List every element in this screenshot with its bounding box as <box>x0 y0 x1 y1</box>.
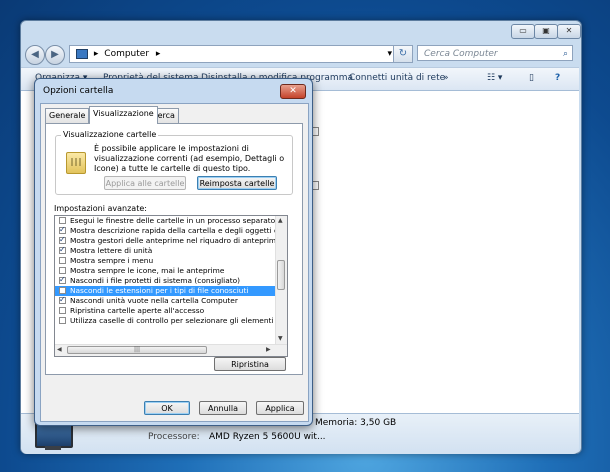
tab-general[interactable]: Generale <box>45 108 90 123</box>
setting-checkbox[interactable] <box>59 307 66 314</box>
restore-defaults-button[interactable]: Ripristina <box>214 357 286 371</box>
folder-options-dialog: Opzioni cartella ✕ Generale Visualizzazi… <box>34 78 313 426</box>
setting-label: Nascondi unità vuote nella cartella Comp… <box>70 296 238 305</box>
setting-label: Utilizza caselle di controllo per selezi… <box>70 316 274 325</box>
ok-button[interactable]: OK <box>144 401 190 415</box>
breadcrumb-separator: ▸ <box>93 49 99 59</box>
setting-row[interactable]: Mostra lettere di unità <box>55 245 275 256</box>
forward-icon[interactable]: ▶ <box>45 45 65 65</box>
setting-checkbox[interactable] <box>59 317 66 324</box>
close-button[interactable]: ✕ <box>280 84 306 99</box>
setting-row[interactable]: Mostra sempre i menu <box>55 256 275 266</box>
setting-row[interactable]: Nascondi i file protetti di sistema (con… <box>55 275 275 286</box>
setting-row[interactable]: Nascondi unità vuote nella cartella Comp… <box>55 295 275 306</box>
setting-checkbox[interactable] <box>59 217 66 224</box>
help-icon[interactable]: ? <box>555 73 560 83</box>
map-network-drive-button[interactable]: Connetti unità di rete <box>349 73 445 83</box>
close-button[interactable]: ✕ <box>557 24 581 39</box>
setting-row[interactable]: Mostra gestori delle anteprime nel riqua… <box>55 235 275 246</box>
breadcrumb-computer[interactable]: Computer <box>104 49 149 59</box>
explorer-titlebar: ▭ ▣ ✕ <box>21 21 581 43</box>
breadcrumb-separator-2[interactable]: ▸ <box>156 49 161 59</box>
refresh-icon[interactable]: ↻ <box>393 45 413 63</box>
setting-row[interactable]: Esegui le finestre delle cartelle in un … <box>55 216 275 226</box>
apply-to-folders-button[interactable]: Applica alle cartelle <box>104 176 186 190</box>
setting-row[interactable]: Ripristina cartelle aperte all'accesso <box>55 306 275 316</box>
setting-checkbox[interactable] <box>59 235 66 245</box>
address-bar-area: ◀ ▶ ▸ Computer ▸ ▾ ↻ Cerca Computer ⌕ <box>25 43 577 65</box>
search-placeholder: Cerca Computer <box>424 49 498 59</box>
processor-value: AMD Ryzen 5 5600U wit... <box>209 432 326 442</box>
setting-row[interactable]: Mostra descrizione rapida della cartella… <box>55 225 275 236</box>
scroll-up-icon[interactable]: ▲ <box>278 217 283 224</box>
dropdown-arrow-icon[interactable]: ▾ <box>387 46 392 62</box>
folder-views-title: Visualizzazione cartelle <box>61 130 159 139</box>
setting-checkbox[interactable] <box>59 287 66 294</box>
setting-label: Mostra lettere di unità <box>70 246 153 255</box>
advanced-settings-label: Impostazioni avanzate: <box>54 204 147 213</box>
vertical-scroll-thumb[interactable] <box>277 260 285 290</box>
vertical-scrollbar[interactable]: ▲ ▼ <box>275 216 287 344</box>
setting-row[interactable]: Mostra sempre le icone, mai le anteprime <box>55 266 275 276</box>
setting-checkbox[interactable] <box>59 295 66 305</box>
tab-view[interactable]: Visualizzazione <box>89 106 158 124</box>
view-tab-panel: Visualizzazione cartelle È possibile app… <box>45 123 303 375</box>
setting-label: Ripristina cartelle aperte all'accesso <box>70 306 205 315</box>
dialog-title: Opzioni cartella <box>43 86 114 96</box>
horizontal-scrollbar[interactable]: ◀ ||| ▶ <box>55 344 287 356</box>
folder-views-description: È possibile applicare le impostazioni di… <box>94 144 285 173</box>
ram-label: Memoria: 3,50 GB <box>315 418 397 428</box>
apply-button[interactable]: Applica <box>256 401 304 415</box>
setting-checkbox[interactable] <box>59 257 66 264</box>
search-icon[interactable]: ⌕ <box>563 46 568 62</box>
setting-checkbox[interactable] <box>59 245 66 255</box>
horizontal-scroll-thumb[interactable]: ||| <box>67 346 207 354</box>
back-icon[interactable]: ◀ <box>25 45 45 65</box>
setting-label: Mostra sempre i menu <box>70 256 154 265</box>
maximize-button[interactable]: ▣ <box>534 24 558 39</box>
setting-label: Mostra gestori delle anteprime nel riqua… <box>70 236 275 245</box>
scroll-left-icon[interactable]: ◀ <box>57 346 62 353</box>
setting-label: Mostra sempre le icone, mai le anteprime <box>70 266 225 275</box>
setting-checkbox[interactable] <box>59 267 66 274</box>
search-input[interactable]: Cerca Computer ⌕ <box>417 45 573 61</box>
scroll-right-icon[interactable]: ▶ <box>266 346 271 353</box>
scroll-down-icon[interactable]: ▼ <box>278 335 283 342</box>
address-field[interactable]: ▸ Computer ▸ ▾ <box>69 45 397 63</box>
advanced-settings-list[interactable]: Esegui le finestre delle cartelle in un … <box>54 215 288 357</box>
preview-pane-icon[interactable]: ▯ <box>529 73 534 83</box>
more-commands-button[interactable]: » <box>443 73 449 83</box>
computer-stand <box>45 446 61 450</box>
setting-label: Mostra descrizione rapida della cartella… <box>70 226 275 235</box>
setting-checkbox[interactable] <box>59 275 66 285</box>
folder-views-group: Visualizzazione cartelle È possibile app… <box>55 130 293 195</box>
folder-view-icon <box>66 152 86 174</box>
settings-rows: Esegui le finestre delle cartelle in un … <box>55 216 275 344</box>
view-options-icon[interactable]: ☷ ▾ <box>487 73 502 83</box>
minimize-button[interactable]: ▭ <box>511 24 535 39</box>
computer-icon <box>76 48 88 59</box>
setting-label: Nascondi i file protetti di sistema (con… <box>70 276 241 285</box>
setting-row[interactable]: Nascondi le estensioni per i tipi di fil… <box>55 286 275 296</box>
processor-label: Processore: <box>148 432 200 442</box>
setting-label: Esegui le finestre delle cartelle in un … <box>70 216 275 225</box>
setting-label: Nascondi le estensioni per i tipi di fil… <box>70 286 249 295</box>
cancel-button[interactable]: Annulla <box>199 401 247 415</box>
setting-checkbox[interactable] <box>59 225 66 235</box>
dialog-body: Generale Visualizzazione Cerca Visualizz… <box>40 103 309 422</box>
reset-folders-button[interactable]: Reimposta cartelle <box>197 176 277 190</box>
setting-row[interactable]: Utilizza caselle di controllo per selezi… <box>55 316 275 326</box>
